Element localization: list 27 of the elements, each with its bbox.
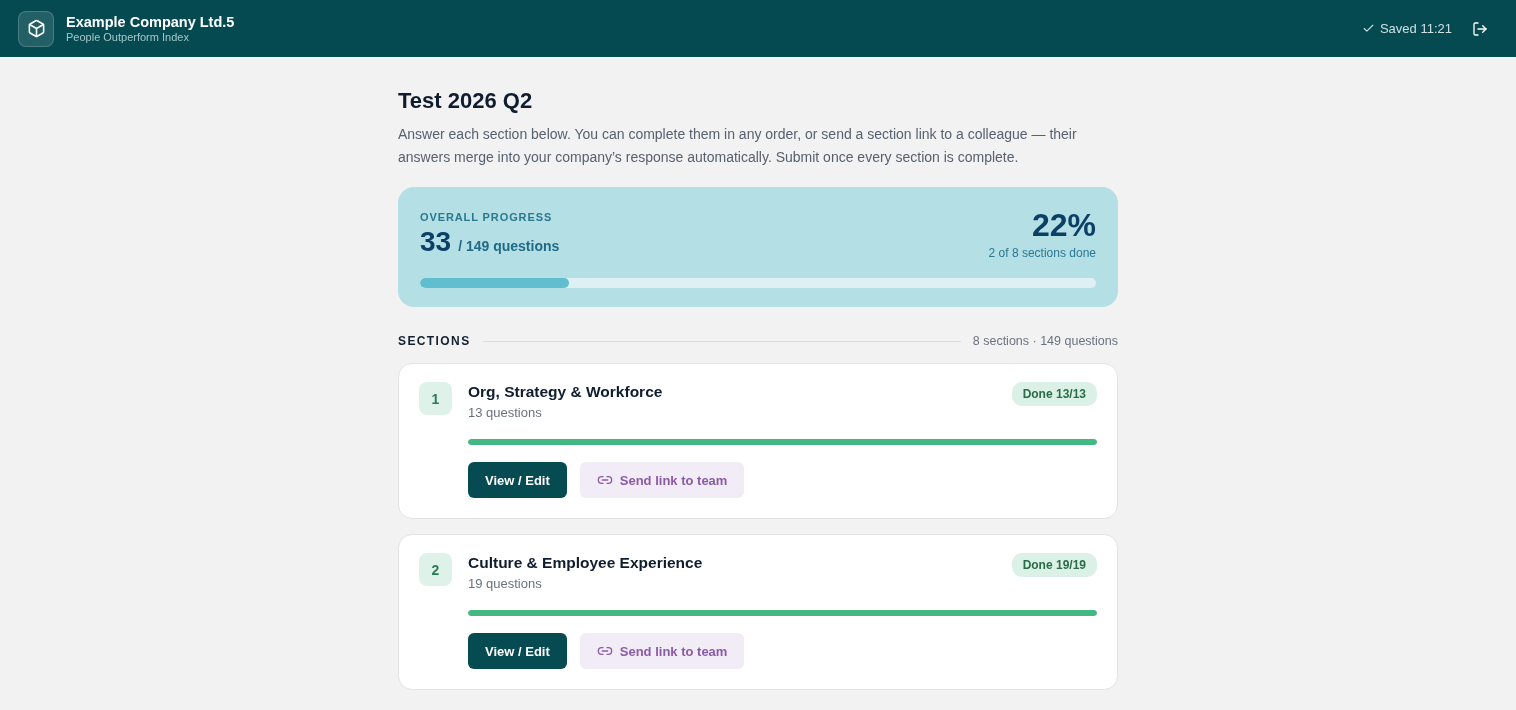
question-count: 13 questions [468,405,543,420]
sections-heading: SECTIONS [398,334,471,348]
section-number: 1 [419,382,452,415]
product-name: People Outperform Index [66,31,190,43]
view-edit-button[interactable]: View / Edit [468,633,567,669]
check-icon [1361,22,1375,35]
answered-count: 33 [420,226,452,258]
question-total: / 149 questions [458,238,560,254]
sections-done: 2 of 8 sections done [988,246,1096,260]
section-title: Org, Strategy & Workforce [468,383,663,401]
progress-percent: 22% [1031,207,1096,243]
status-badge: Done 19/19 [1011,553,1097,577]
view-edit-button[interactable]: View / Edit [468,462,567,498]
save-status: Saved 11:21 [1379,21,1452,36]
status-badge: Done 13/13 [1011,382,1097,406]
sections-summary: 8 sections · 149 questions [972,334,1118,348]
cube-logo-icon [18,10,54,47]
send-link-button[interactable]: Send link to team [579,462,745,498]
company-name: Example Company Ltd.5 [66,14,235,30]
send-link-button[interactable]: Send link to team [579,633,745,669]
page-title: Test 2026 Q2 [398,87,534,115]
intro-text: Answer each section below. You can complete them in any order, or send a section link to a colleague — their answers merge into your company’s response automatically. Submit once every section is complete. [398,125,1078,167]
question-count: 19 questions [468,576,543,591]
progress-label: OVERALL PROGRESS [420,211,554,223]
section-number: 2 [419,553,452,586]
section-title: Culture & Employee Experience [468,554,703,572]
logout-button[interactable] [1472,20,1488,37]
